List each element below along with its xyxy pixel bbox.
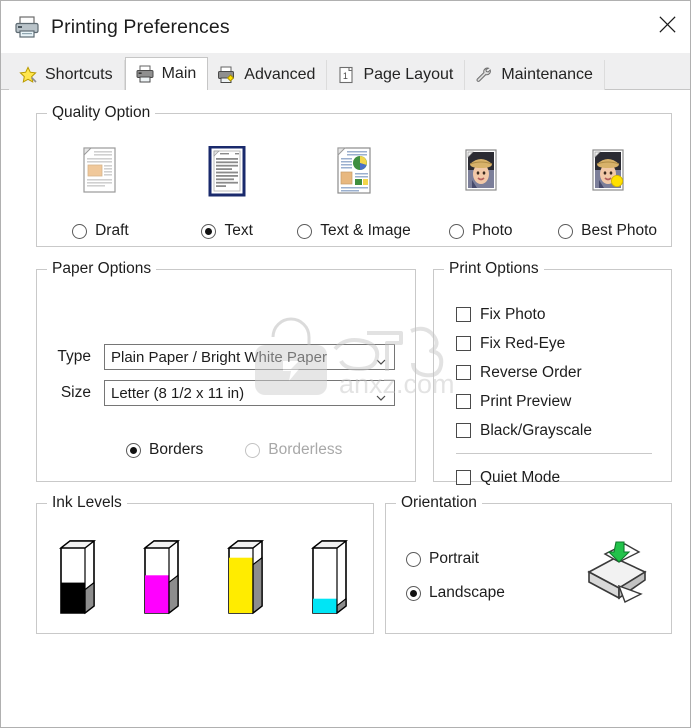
title-bar: Printing Preferences [1, 1, 690, 53]
document-text-thumb [205, 145, 249, 200]
radio-option-landscape[interactable]: Landscape [406, 576, 505, 610]
quality-option-text-label: Text [201, 222, 253, 240]
window-title: Printing Preferences [51, 15, 230, 38]
paper-size-row: Size Letter (8 1/2 x 11 in) [43, 380, 395, 406]
quality-option-group: Quality Option Draft Text Text & Image P… [36, 104, 672, 247]
tab-shortcuts[interactable]: Shortcuts [9, 60, 125, 90]
page-number-icon: 1 [336, 65, 356, 85]
best-photo-thumb [586, 146, 630, 200]
paper-size-value: Letter (8 1/2 x 11 in) [111, 384, 245, 402]
chevron-down-icon [376, 390, 386, 401]
printing-preferences-dialog: Printing Preferences Shortcuts Main Adva… [0, 0, 691, 728]
checkbox-quiet-mode[interactable] [456, 470, 471, 485]
radio-text[interactable] [201, 223, 217, 239]
radio-option-borders[interactable]: Borders [126, 441, 203, 459]
star-icon [18, 65, 38, 85]
paper-type-value: Plain Paper / Bright White Paper [111, 348, 327, 366]
chevron-down-icon [376, 354, 386, 365]
paper-options-group: Paper Options Type Plain Paper / Bright … [36, 260, 416, 482]
quality-option-draft-label: Draft [72, 222, 129, 240]
paper-type-row: Type Plain Paper / Bright White Paper [43, 344, 395, 370]
paper-size-select[interactable]: Letter (8 1/2 x 11 in) [104, 380, 395, 406]
close-icon[interactable] [644, 1, 690, 47]
ink-tank-cyan [308, 536, 354, 618]
ink-levels-group: Ink Levels [36, 494, 374, 634]
document-mixed-thumb [332, 146, 376, 200]
svg-text:1: 1 [343, 71, 348, 81]
checkbox-fix-photo[interactable] [456, 307, 471, 322]
tab-maintenance[interactable]: Maintenance [465, 60, 605, 90]
printer-feed-icon [569, 530, 655, 616]
radio-landscape[interactable] [406, 585, 421, 601]
tab-strip: Shortcuts Main Advanced 1 Page Layout Ma… [1, 53, 690, 90]
wrench-icon [474, 65, 494, 85]
quality-option-text-image-label: Text & Image [297, 222, 411, 240]
tab-main[interactable]: Main [124, 57, 209, 90]
checkbox-print-preview[interactable] [456, 394, 471, 409]
checkbox-row-fix-photo[interactable]: Fix Photo [456, 300, 652, 329]
ink-tank-yellow [224, 536, 270, 618]
quality-option-legend: Quality Option [52, 104, 151, 121]
tab-advanced[interactable]: Advanced [208, 60, 328, 90]
checkbox-black-grayscale[interactable] [456, 423, 471, 438]
tab-page-layout[interactable]: 1 Page Layout [327, 60, 466, 90]
quality-option-draft[interactable]: Draft [37, 146, 164, 240]
paper-size-label: Size [60, 384, 91, 401]
radio-option-borderless: Borderless [245, 441, 342, 459]
orientation-group: Orientation Portrait Landscape [385, 494, 672, 634]
quality-option-photo-label: Photo [449, 222, 513, 240]
checkbox-row-quiet-mode[interactable]: Quiet Mode [456, 463, 652, 492]
radio-photo[interactable] [449, 223, 465, 239]
ink-tank-magenta [140, 536, 186, 618]
ink-levels-legend: Ink Levels [52, 494, 122, 511]
quality-option-text[interactable]: Text [164, 145, 291, 240]
printer-icon [135, 64, 155, 84]
radio-portrait[interactable] [406, 551, 421, 567]
orientation-legend: Orientation [401, 494, 477, 511]
quality-option-text-image[interactable]: Text & Image [291, 146, 418, 240]
tab-label: Main [161, 65, 197, 82]
checkbox-row-reverse-order[interactable]: Reverse Order [456, 358, 652, 387]
checkbox-row-black-grayscale[interactable]: Black/Grayscale [456, 416, 652, 445]
tab-label: Maintenance [501, 66, 593, 83]
radio-text-image[interactable] [297, 223, 313, 239]
radio-borders[interactable] [126, 442, 141, 458]
paper-options-legend: Paper Options [52, 260, 152, 277]
printer-icon [14, 15, 40, 39]
tab-label: Advanced [244, 66, 316, 83]
print-options-legend: Print Options [449, 260, 539, 277]
printer-gear-icon [217, 65, 237, 85]
main-tab-panel: Quality Option Draft Text Text & Image P… [1, 90, 690, 727]
divider [456, 453, 652, 454]
print-options-group: Print Options Fix Photo Fix Red-Eye Reve… [433, 260, 672, 486]
checkbox-fix-red-eye[interactable] [456, 336, 471, 351]
quality-option-best-photo[interactable]: Best Photo [544, 146, 671, 240]
border-mode-row: Borders Borderless [126, 441, 342, 459]
quality-option-best-photo-label: Best Photo [558, 222, 657, 240]
quality-option-photo[interactable]: Photo [417, 146, 544, 240]
photo-thumb [459, 146, 503, 200]
ink-tank-black [56, 536, 102, 618]
tab-label: Page Layout [363, 66, 454, 83]
document-draft-thumb [78, 146, 122, 200]
radio-best-photo[interactable] [558, 223, 574, 239]
radio-draft[interactable] [72, 223, 88, 239]
checkbox-reverse-order[interactable] [456, 365, 471, 380]
checkbox-row-print-preview[interactable]: Print Preview [456, 387, 652, 416]
checkbox-row-fix-red-eye[interactable]: Fix Red-Eye [456, 329, 652, 358]
paper-type-select[interactable]: Plain Paper / Bright White Paper [104, 344, 395, 370]
paper-type-label: Type [57, 348, 91, 365]
tab-label: Shortcuts [45, 66, 113, 83]
radio-option-portrait[interactable]: Portrait [406, 542, 505, 576]
radio-borderless [245, 442, 261, 458]
